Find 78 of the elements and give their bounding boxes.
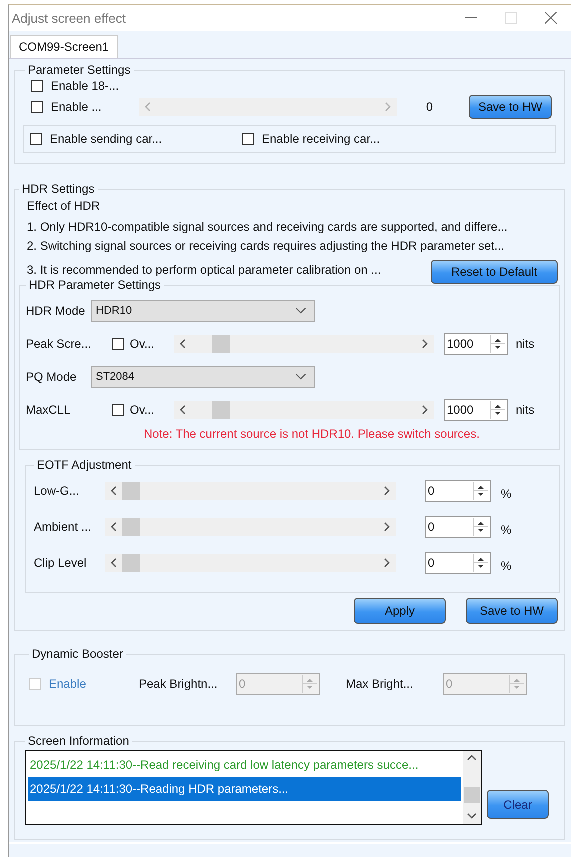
chevron-left-icon[interactable] bbox=[110, 522, 118, 532]
field-label: Clip Level bbox=[34, 556, 87, 570]
slider[interactable] bbox=[174, 401, 434, 419]
group-title: Dynamic Booster bbox=[31, 647, 124, 661]
checkbox-label: Enable 18-... bbox=[51, 79, 120, 93]
chevron-right-icon[interactable] bbox=[383, 522, 391, 532]
slider[interactable] bbox=[105, 482, 396, 500]
spin-arrows-icon[interactable] bbox=[473, 482, 488, 500]
chevron-left-icon[interactable] bbox=[110, 558, 118, 568]
checkbox[interactable] bbox=[31, 80, 43, 92]
info-text: 1. Only HDR10-compatible signal sources and receiving cards are supported, and differe... bbox=[27, 219, 509, 236]
field-label: PQ Mode bbox=[26, 370, 77, 384]
field-label: Peak Brightn... bbox=[139, 677, 218, 691]
tab[interactable]: COM99-Screen1 bbox=[10, 35, 118, 58]
info-text: 3. It is recommended to perform optical parameter calibration on ... bbox=[27, 262, 382, 279]
field-label: Max Bright... bbox=[346, 677, 414, 691]
number-field[interactable]: 1000 bbox=[444, 399, 508, 421]
field-label: Ambient ... bbox=[34, 520, 92, 534]
chevron-right-icon[interactable] bbox=[421, 405, 429, 415]
number-field[interactable]: 0 bbox=[425, 480, 491, 502]
field-label: MaxCLL bbox=[26, 403, 71, 417]
spin-arrows-icon[interactable] bbox=[490, 401, 505, 419]
group-title: HDR Settings bbox=[21, 182, 96, 196]
group-title: Parameter Settings bbox=[27, 63, 132, 77]
reset-to-default-button[interactable]: Reset to Default bbox=[431, 260, 558, 284]
checkbox-label: Ov... bbox=[130, 337, 154, 351]
checkbox-label: Enable receiving car... bbox=[262, 132, 380, 146]
slider-value: 0 bbox=[426, 100, 433, 114]
checkbox[interactable] bbox=[112, 338, 124, 350]
field-label: Low-G... bbox=[34, 484, 80, 498]
checkbox[interactable] bbox=[31, 101, 43, 113]
checkbox-label: Ov... bbox=[130, 403, 154, 417]
info-text: 2. Switching signal sources or receiving cards requires adjusting the HDR parameter set... bbox=[27, 238, 506, 255]
log-entry[interactable]: 2025/1/22 14:11:30--Reading HDR parameters... bbox=[28, 777, 461, 801]
group-title: HDR Parameter Settings bbox=[28, 278, 162, 292]
close-icon[interactable] bbox=[545, 12, 557, 24]
slider[interactable] bbox=[174, 335, 434, 353]
checkbox-label: Enable ... bbox=[51, 100, 103, 114]
dropdown[interactable]: ST2084 bbox=[91, 366, 315, 388]
number-field[interactable]: 0 bbox=[425, 552, 491, 574]
unit-label: % bbox=[501, 523, 512, 537]
spin-arrows-icon[interactable] bbox=[473, 554, 488, 572]
section-heading: Effect of HDR bbox=[27, 199, 100, 213]
group-title: EOTF Adjustment bbox=[36, 458, 133, 472]
unit-label: % bbox=[501, 487, 512, 501]
checkbox-label: Enable sending car... bbox=[50, 132, 162, 146]
action-button[interactable]: Save to HW bbox=[466, 598, 558, 624]
chevron-right-icon[interactable] bbox=[383, 558, 391, 568]
window-title: Adjust screen effect bbox=[12, 10, 127, 26]
number-field[interactable]: 0 bbox=[425, 516, 491, 538]
number-field[interactable]: 1000 bbox=[444, 333, 508, 355]
checkbox-label: Enable bbox=[49, 677, 86, 691]
slider[interactable] bbox=[105, 518, 396, 536]
unit-label: nits bbox=[516, 403, 535, 417]
chevron-right-icon[interactable] bbox=[383, 486, 391, 496]
spin-arrows-icon[interactable] bbox=[473, 518, 488, 536]
chevron-left-icon[interactable] bbox=[110, 486, 118, 496]
checkbox[interactable] bbox=[112, 404, 124, 416]
checkbox[interactable] bbox=[30, 133, 42, 145]
group-title: Screen Information bbox=[27, 734, 130, 748]
unit-label: % bbox=[501, 559, 512, 573]
field-label: Peak Scre... bbox=[26, 337, 92, 351]
caret-icon bbox=[296, 374, 306, 380]
unit-label: nits bbox=[516, 337, 535, 351]
caret-icon bbox=[296, 308, 306, 314]
clear-button[interactable]: Clear bbox=[487, 790, 549, 819]
field-label: HDR Mode bbox=[26, 304, 86, 318]
log-entry[interactable]: 2025/1/22 14:11:30--Read receiving card low latency parameters succe... bbox=[28, 753, 461, 777]
chevron-left-icon[interactable] bbox=[179, 339, 187, 349]
save-to-hw-button[interactable]: Save to HW bbox=[469, 95, 552, 119]
checkbox[interactable] bbox=[242, 133, 254, 145]
spin-arrows-icon[interactable] bbox=[490, 335, 505, 353]
chevron-left-icon[interactable] bbox=[179, 405, 187, 415]
slider[interactable] bbox=[105, 554, 396, 572]
dropdown[interactable]: HDR10 bbox=[91, 300, 315, 322]
chevron-right-icon[interactable] bbox=[421, 339, 429, 349]
action-button[interactable]: Apply bbox=[354, 598, 446, 624]
warning-text: Note: The current source is not HDR10. Please switch sources. bbox=[144, 427, 480, 441]
